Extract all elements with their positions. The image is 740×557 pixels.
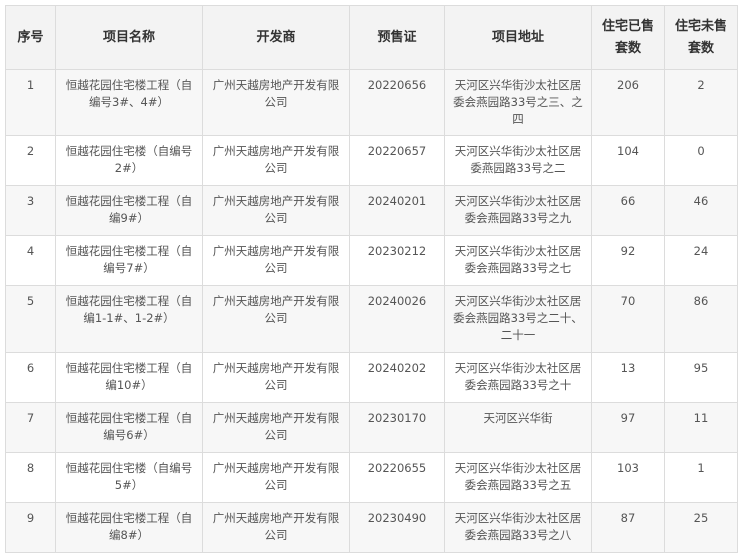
cell-project-name: 恒越花园住宅楼工程（自编号3#、4#） — [55, 69, 203, 136]
header-developer: 开发商 — [202, 5, 350, 70]
cell-address: 天河区兴华街 — [444, 402, 592, 453]
cell-developer: 广州天越房地产开发有限公司 — [202, 402, 350, 453]
cell-presale-permit: 20220657 — [349, 135, 445, 186]
cell-index: 5 — [5, 285, 56, 353]
cell-index: 3 — [5, 185, 56, 236]
cell-developer: 广州天越房地产开发有限公司 — [202, 69, 350, 136]
cell-project-name: 恒越花园住宅楼工程（自编9#） — [55, 185, 203, 236]
cell-index: 9 — [5, 502, 56, 553]
cell-sold-units: 66 — [591, 185, 665, 236]
cell-presale-permit: 20240201 — [349, 185, 445, 236]
cell-sold-units: 206 — [591, 69, 665, 136]
cell-presale-permit: 20240026 — [349, 285, 445, 353]
table-row: 4 恒越花园住宅楼工程（自编号7#） 广州天越房地产开发有限公司 2023021… — [5, 235, 738, 286]
cell-unsold-units: 46 — [664, 185, 738, 236]
cell-unsold-units: 0 — [664, 135, 738, 186]
table-row: 2 恒越花园住宅楼（自编号2#） 广州天越房地产开发有限公司 20220657 … — [5, 135, 738, 186]
cell-address: 天河区兴华街沙太社区居委会燕园路33号之十 — [444, 352, 592, 403]
cell-address: 天河区兴华街沙太社区居委会燕园路33号之五 — [444, 452, 592, 503]
cell-project-name: 恒越花园住宅楼（自编号2#） — [55, 135, 203, 186]
cell-sold-units: 87 — [591, 502, 665, 553]
table-row: 6 恒越花园住宅楼工程（自编10#） 广州天越房地产开发有限公司 2024020… — [5, 352, 738, 403]
cell-project-name: 恒越花园住宅楼工程（自编1-1#、1-2#） — [55, 285, 203, 353]
cell-sold-units: 103 — [591, 452, 665, 503]
cell-sold-units: 92 — [591, 235, 665, 286]
cell-sold-units: 13 — [591, 352, 665, 403]
cell-presale-permit: 20240202 — [349, 352, 445, 403]
cell-address: 天河区兴华街沙太社区居委会燕园路33号之三、之四 — [444, 69, 592, 136]
cell-index: 6 — [5, 352, 56, 403]
cell-developer: 广州天越房地产开发有限公司 — [202, 235, 350, 286]
cell-developer: 广州天越房地产开发有限公司 — [202, 352, 350, 403]
header-sold-units: 住宅已售套数 — [591, 5, 665, 70]
cell-unsold-units: 2 — [664, 69, 738, 136]
cell-project-name: 恒越花园住宅楼工程（自编号6#） — [55, 402, 203, 453]
cell-address: 天河区兴华街沙太社区居委会燕园路33号之二十、二十一 — [444, 285, 592, 353]
cell-presale-permit: 20230490 — [349, 502, 445, 553]
cell-developer: 广州天越房地产开发有限公司 — [202, 185, 350, 236]
table-row: 8 恒越花园住宅楼（自编号5#） 广州天越房地产开发有限公司 20220655 … — [5, 452, 738, 503]
table-row: 7 恒越花园住宅楼工程（自编号6#） 广州天越房地产开发有限公司 2023017… — [5, 402, 738, 453]
cell-sold-units: 104 — [591, 135, 665, 186]
header-presale-permit: 预售证 — [349, 5, 445, 70]
cell-index: 2 — [5, 135, 56, 186]
table-row: 9 恒越花园住宅楼工程（自编8#） 广州天越房地产开发有限公司 20230490… — [5, 502, 738, 553]
cell-unsold-units: 24 — [664, 235, 738, 286]
cell-project-name: 恒越花园住宅楼工程（自编8#） — [55, 502, 203, 553]
table-row: 5 恒越花园住宅楼工程（自编1-1#、1-2#） 广州天越房地产开发有限公司 2… — [5, 285, 738, 353]
cell-unsold-units: 1 — [664, 452, 738, 503]
cell-presale-permit: 20230212 — [349, 235, 445, 286]
cell-presale-permit: 20230170 — [349, 402, 445, 453]
cell-index: 4 — [5, 235, 56, 286]
presale-table: 序号 项目名称 开发商 预售证 项目地址 住宅已售套数 住宅未售套数 1 恒越花… — [5, 5, 738, 553]
header-index: 序号 — [5, 5, 56, 70]
header-row: 序号 项目名称 开发商 预售证 项目地址 住宅已售套数 住宅未售套数 — [5, 5, 738, 70]
header-project-name: 项目名称 — [55, 5, 203, 70]
cell-index: 7 — [5, 402, 56, 453]
header-address: 项目地址 — [444, 5, 592, 70]
cell-developer: 广州天越房地产开发有限公司 — [202, 452, 350, 503]
cell-project-name: 恒越花园住宅楼工程（自编10#） — [55, 352, 203, 403]
cell-index: 1 — [5, 69, 56, 136]
cell-developer: 广州天越房地产开发有限公司 — [202, 135, 350, 186]
cell-sold-units: 70 — [591, 285, 665, 353]
cell-unsold-units: 25 — [664, 502, 738, 553]
cell-index: 8 — [5, 452, 56, 503]
cell-project-name: 恒越花园住宅楼工程（自编号7#） — [55, 235, 203, 286]
cell-sold-units: 97 — [591, 402, 665, 453]
presale-table-container: 序号 项目名称 开发商 预售证 项目地址 住宅已售套数 住宅未售套数 1 恒越花… — [5, 5, 738, 553]
cell-developer: 广州天越房地产开发有限公司 — [202, 502, 350, 553]
cell-presale-permit: 20220655 — [349, 452, 445, 503]
cell-address: 天河区兴华街沙太社区居委燕园路33号之二 — [444, 135, 592, 186]
cell-project-name: 恒越花园住宅楼（自编号5#） — [55, 452, 203, 503]
cell-address: 天河区兴华街沙太社区居委会燕园路33号之七 — [444, 235, 592, 286]
cell-developer: 广州天越房地产开发有限公司 — [202, 285, 350, 353]
table-row: 1 恒越花园住宅楼工程（自编号3#、4#） 广州天越房地产开发有限公司 2022… — [5, 69, 738, 136]
cell-address: 天河区兴华街沙太社区居委会燕园路33号之八 — [444, 502, 592, 553]
header-unsold-units: 住宅未售套数 — [664, 5, 738, 70]
cell-address: 天河区兴华街沙太社区居委会燕园路33号之九 — [444, 185, 592, 236]
cell-unsold-units: 95 — [664, 352, 738, 403]
table-row: 3 恒越花园住宅楼工程（自编9#） 广州天越房地产开发有限公司 20240201… — [5, 185, 738, 236]
cell-presale-permit: 20220656 — [349, 69, 445, 136]
cell-unsold-units: 86 — [664, 285, 738, 353]
cell-unsold-units: 11 — [664, 402, 738, 453]
